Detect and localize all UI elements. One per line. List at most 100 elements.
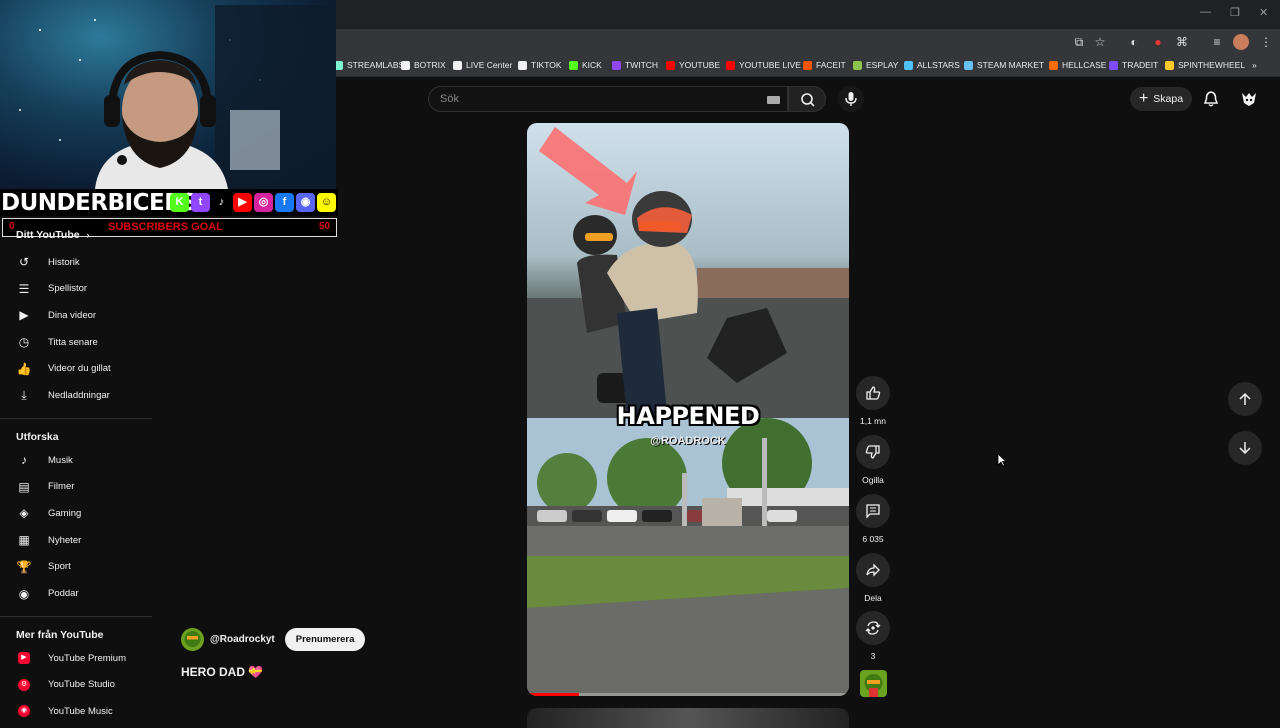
extension-red-icon[interactable]: ● xyxy=(1150,34,1166,50)
sidebar-item[interactable]: ◉ YouTube Music xyxy=(16,700,152,722)
bookmark-item[interactable]: STEAM MARKET xyxy=(964,60,1044,70)
search-box[interactable]: Sök xyxy=(428,86,788,112)
remix-count: 3 xyxy=(870,651,876,661)
extension-icon[interactable]: ◐ xyxy=(1126,34,1142,50)
bookmark-item[interactable]: LIVE Center xyxy=(453,60,512,70)
sidebar-item[interactable]: ▶ Dina videor xyxy=(16,304,152,326)
bookmark-item[interactable]: TWITCH xyxy=(612,60,658,70)
arrow-down-icon xyxy=(1239,442,1251,455)
sidebar-item[interactable]: ▶ YouTube Premium xyxy=(16,647,152,669)
next-short-preview[interactable] xyxy=(527,708,849,728)
share-button[interactable] xyxy=(856,553,890,587)
bookmark-item[interactable]: TRADEIT xyxy=(1109,60,1158,70)
bookmarks-overflow-button[interactable]: » xyxy=(1252,60,1257,70)
remix-action: 3 xyxy=(856,611,890,661)
podcasts-icon: ◉ xyxy=(18,586,30,601)
channel-handle[interactable]: @Roadrockyt xyxy=(210,634,275,645)
sidebar-item[interactable]: ▤ Filmer xyxy=(16,476,152,498)
channel-row: @Roadrockyt Prenumerera xyxy=(181,628,366,651)
chrome-menu-icon[interactable]: ⋮ xyxy=(1258,34,1274,50)
sound-thumbnail[interactable] xyxy=(860,670,887,697)
like-button[interactable] xyxy=(856,376,890,410)
search-input[interactable]: Sök xyxy=(440,93,459,105)
media-controls-icon[interactable]: ≡ xyxy=(1209,34,1225,50)
bookmark-label: TWITCH xyxy=(625,60,659,70)
bookmark-item[interactable]: SPINTHEWHEEL xyxy=(1165,60,1245,70)
sidebar-item-label: Nedladdningar xyxy=(48,390,110,401)
comments-button[interactable] xyxy=(856,494,890,528)
bookmark-item[interactable]: FACEIT xyxy=(803,60,846,70)
twitch-icon: t xyxy=(191,193,210,212)
short-video-player[interactable]: HAPPENED @ROADROCK xyxy=(527,123,849,696)
bookmark-item[interactable]: TIKTOK xyxy=(518,60,562,70)
profile-avatar-icon[interactable] xyxy=(1233,34,1249,50)
keyboard-icon[interactable] xyxy=(767,96,780,104)
remix-button[interactable] xyxy=(856,611,890,645)
bookmark-item[interactable]: YOUTUBE LIVE xyxy=(726,60,801,70)
create-button[interactable]: + Skapa xyxy=(1130,87,1192,111)
sidebar-item[interactable]: ☰ Spellistor xyxy=(16,278,152,300)
bookmark-favicon-icon xyxy=(904,60,913,70)
your-videos-icon: ▶ xyxy=(19,308,29,323)
streamer-webcam-image xyxy=(19,5,336,189)
bookmark-item[interactable]: HELLCASE xyxy=(1049,60,1106,70)
bookmark-favicon-icon xyxy=(666,60,675,70)
sidebar-more-header: Mer från YouTube xyxy=(16,629,104,641)
dislike-button[interactable] xyxy=(856,435,890,469)
bookmark-label: KICK xyxy=(582,60,602,70)
close-window-icon[interactable]: ✕ xyxy=(1259,6,1268,19)
plus-icon: + xyxy=(1138,90,1149,107)
previous-short-button[interactable] xyxy=(1228,382,1262,416)
bookmark-label: BOTRIX xyxy=(414,60,446,70)
sidebar-item[interactable]: ◈ Gaming xyxy=(16,502,152,524)
goal-end-value: 50 xyxy=(318,221,330,232)
sidebar-item[interactable]: 🏆 Sport xyxy=(16,556,152,578)
comment-icon xyxy=(866,504,880,519)
sidebar-you-header[interactable]: Ditt YouTube › xyxy=(16,229,90,241)
bookmark-item[interactable]: STREAMLABS xyxy=(334,60,404,70)
sidebar-item[interactable]: ↺ Historik xyxy=(16,251,152,273)
channel-avatar[interactable] xyxy=(181,628,204,651)
subscribe-button[interactable]: Prenumerera xyxy=(284,628,366,651)
youtube-music-icon: ◉ xyxy=(16,703,32,719)
video-progress-bar[interactable] xyxy=(527,693,849,696)
discord-icon: ◉ xyxy=(296,193,315,212)
cast-icon[interactable]: ⧉ xyxy=(1071,34,1087,50)
bookmark-item[interactable]: BOTRIX xyxy=(401,60,446,70)
sidebar-item-label: Videor du gillat xyxy=(48,363,111,375)
restore-icon[interactable]: ❐ xyxy=(1230,6,1240,19)
bookmark-label: YOUTUBE LIVE xyxy=(739,60,801,70)
minimize-icon[interactable]: — xyxy=(1200,6,1211,18)
sidebar-item-label: Historik xyxy=(48,256,80,268)
video-watermark-handle: @ROADROCK xyxy=(650,435,726,447)
bookmark-item[interactable]: ALLSTARS xyxy=(904,60,960,70)
bookmark-item[interactable]: ESPLAY xyxy=(853,60,898,70)
notifications-bell-icon[interactable] xyxy=(1202,90,1220,108)
sidebar-item[interactable]: ▦ Nyheter xyxy=(16,529,152,551)
like-action: 1,1 mn xyxy=(856,376,890,426)
search-button[interactable] xyxy=(788,86,826,112)
sidebar-item[interactable]: ◷ Titta senare xyxy=(16,331,152,353)
sidebar-item[interactable]: 👍 Videor du gillat xyxy=(16,358,152,380)
share-icon xyxy=(866,563,880,577)
bookmark-star-icon[interactable]: ☆ xyxy=(1092,34,1108,50)
sidebar-item[interactable]: ◉ Poddar xyxy=(16,583,152,605)
sidebar-item[interactable]: ⚙ YouTube Studio xyxy=(16,674,152,696)
bookmark-item[interactable]: YOUTUBE xyxy=(666,60,720,70)
account-avatar-icon[interactable] xyxy=(1240,90,1258,108)
extensions-puzzle-icon[interactable]: ⌘ xyxy=(1174,34,1190,50)
mouse-cursor-icon xyxy=(997,453,1007,467)
bookmark-item[interactable]: KICK xyxy=(569,60,602,70)
youtube-studio-icon: ⚙ xyxy=(16,677,32,693)
sidebar-item-label: Poddar xyxy=(48,588,79,599)
sidebar-item[interactable]: ⤓ Nedladdningar xyxy=(16,385,152,407)
sidebar-item-label: Spellistor xyxy=(48,283,88,295)
thumbs-up-icon xyxy=(866,386,881,400)
microphone-icon xyxy=(845,92,857,106)
sidebar-item[interactable]: ♪ Musik xyxy=(16,449,152,471)
next-short-button[interactable] xyxy=(1228,431,1262,465)
instagram-icon: ◎ xyxy=(254,193,273,212)
bookmark-label: STEAM MARKET xyxy=(977,60,1045,70)
bookmark-favicon-icon xyxy=(518,60,527,70)
voice-search-button[interactable] xyxy=(838,86,864,112)
